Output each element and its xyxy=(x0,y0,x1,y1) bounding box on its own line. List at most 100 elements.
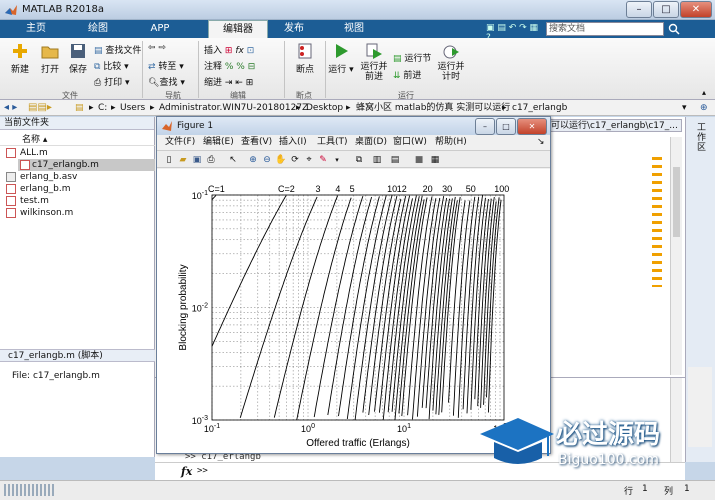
print-icon[interactable]: ⎙ xyxy=(205,154,217,166)
new-button[interactable]: 新建 xyxy=(6,42,34,75)
menu-dock-icon[interactable]: ↘ xyxy=(537,135,545,149)
figure-maximize-button[interactable]: □ xyxy=(496,118,516,135)
file-item[interactable]: erlang_b.m xyxy=(6,183,71,195)
figure-menu-bar: 文件(F) 编辑(E) 查看(V) 插入(I) 工具(T) 桌面(D) 窗口(W… xyxy=(157,135,550,149)
editor-scrollbar[interactable] xyxy=(670,137,682,375)
path-drive[interactable]: C: xyxy=(98,100,107,116)
open-button[interactable]: 打开 xyxy=(36,42,64,75)
run-section-button[interactable]: ▤ 运行节 xyxy=(393,51,431,64)
rotate-icon[interactable]: ⟳ xyxy=(289,154,301,166)
folder-nav-icons[interactable]: ▤▤▸ xyxy=(28,100,52,116)
path-project[interactable]: 蜂窝小区 matlab的仿真 实测可以运行 xyxy=(356,100,510,116)
save-icon[interactable]: ▣ xyxy=(191,154,203,166)
editor-tab-path[interactable]: 可以运行\c17_erlangb\c17_... xyxy=(550,119,682,132)
hide-tools-icon[interactable]: ■ xyxy=(413,154,425,166)
save-button[interactable]: 保存 xyxy=(64,42,92,75)
back-forward-icon[interactable]: ◂ ▸ xyxy=(4,100,17,116)
curve-c2 xyxy=(211,195,287,347)
menu-file[interactable]: 文件(F) xyxy=(165,135,195,149)
search-input[interactable]: 搜索文档 xyxy=(546,22,664,36)
path-desktop[interactable]: Desktop xyxy=(306,100,343,116)
name-column-header[interactable]: 名称 ▴ xyxy=(22,132,47,145)
code-analyzer-markers[interactable] xyxy=(652,157,662,287)
legend-icon[interactable]: ▤ xyxy=(389,154,401,166)
run-label: 运行 xyxy=(328,65,347,75)
file-item[interactable]: wilkinson.m xyxy=(6,207,73,219)
path-users[interactable]: Users xyxy=(120,100,145,116)
menu-edit[interactable]: 编辑(E) xyxy=(203,135,234,149)
link-icon[interactable]: ⧉ xyxy=(353,154,365,166)
comment-icon: % % ⊟ xyxy=(224,62,256,72)
new-figure-icon[interactable]: ▯ xyxy=(163,154,175,166)
breakpoint-icon xyxy=(298,43,312,59)
menu-insert[interactable]: 插入(I) xyxy=(279,135,307,149)
curve-label-c50: 50 xyxy=(466,184,476,194)
folder-icon xyxy=(41,46,59,59)
curve-label-c1: C=1 xyxy=(208,184,225,194)
quick-access-toolbar[interactable]: ▣ ▤ ↶ ↷ ▦ ? xyxy=(486,23,542,43)
run-time-button[interactable]: 运行并计时 xyxy=(436,42,466,82)
zoom-out-icon[interactable]: ⊖ xyxy=(261,154,273,166)
brush-dropdown-icon[interactable]: ▾ xyxy=(331,154,343,166)
advance-icon: ⇊ xyxy=(393,71,404,81)
file-item[interactable]: erlang_b.asv xyxy=(6,171,77,183)
goto-button[interactable]: ⇄ 转至 ▾ xyxy=(148,59,184,72)
nav-buttons[interactable]: ⇦ ⇨ xyxy=(148,43,166,53)
status-bar: 行 1 列 1 xyxy=(0,480,715,500)
breakpoints-button[interactable]: 断点 xyxy=(288,42,322,75)
menu-desktop[interactable]: 桌面(D) xyxy=(355,135,387,149)
figure-title-bar[interactable]: Figure 1 – □ ✕ xyxy=(157,117,550,135)
curve-label-c10: 10 xyxy=(387,184,397,194)
find-button[interactable]: 🔍︎查找 ▾ xyxy=(148,75,185,88)
minimize-button[interactable]: – xyxy=(626,1,652,18)
menu-help[interactable]: 帮助(H) xyxy=(435,135,467,149)
tab-home[interactable]: 主页 xyxy=(12,20,60,38)
close-button[interactable]: ✕ xyxy=(680,1,712,18)
run-advance-button[interactable]: 运行并前进 xyxy=(358,42,390,82)
file-item[interactable]: ALL.m xyxy=(6,147,48,159)
pan-icon[interactable]: ✋ xyxy=(275,154,287,166)
browse-icon[interactable]: ⊕ xyxy=(700,100,708,116)
path-admin[interactable]: Administrator.WIN7U-20180127Z xyxy=(159,100,308,116)
curve-label-c100: 100 xyxy=(494,184,509,194)
file-item[interactable]: test.m xyxy=(6,195,49,207)
collapse-ribbon-icon[interactable]: ▴ xyxy=(702,88,706,97)
figure-window[interactable]: Figure 1 – □ ✕ 文件(F) 编辑(E) 查看(V) 插入(I) 工… xyxy=(156,116,551,454)
tab-editor[interactable]: 编辑器 xyxy=(208,20,268,38)
brush-icon[interactable]: ✎ xyxy=(317,154,329,166)
insert-button[interactable]: 插入 ⊞ fx ⊡ xyxy=(204,43,254,56)
pointer-icon[interactable]: ↖ xyxy=(227,154,239,166)
tab-apps[interactable]: APP xyxy=(136,20,184,38)
advance-button[interactable]: ⇊ 前进 xyxy=(393,68,421,81)
indent-button[interactable]: 缩进 ⇥ ⇤ ⊞ xyxy=(204,75,253,88)
indent-icon: ⇥ ⇤ ⊞ xyxy=(224,78,254,88)
zoom-in-icon[interactable]: ⊕ xyxy=(247,154,259,166)
file-item-selected[interactable]: c17_erlangb.m xyxy=(18,159,155,171)
data-cursor-icon[interactable]: ⌖ xyxy=(303,154,315,166)
menu-window[interactable]: 窗口(W) xyxy=(393,135,427,149)
comment-button[interactable]: 注释 % % ⊟ xyxy=(204,59,255,72)
figure-close-button[interactable]: ✕ xyxy=(517,118,547,135)
colorbar-icon[interactable]: ▥ xyxy=(371,154,383,166)
tab-view[interactable]: 视图 xyxy=(330,20,378,38)
curve-label-c2: C=2 xyxy=(278,184,295,194)
asv-file-icon xyxy=(6,172,16,182)
tab-publish[interactable]: 发布 xyxy=(270,20,318,38)
print-button[interactable]: ⎙ 打印 ▾ xyxy=(94,75,129,88)
path-c17[interactable]: c17_erlangb xyxy=(512,100,567,116)
menu-tools[interactable]: 工具(T) xyxy=(317,135,348,149)
figure-minimize-button[interactable]: – xyxy=(475,118,495,135)
tab-plots[interactable]: 绘图 xyxy=(74,20,122,38)
search-icon[interactable] xyxy=(668,23,680,35)
menu-view[interactable]: 查看(V) xyxy=(241,135,272,149)
run-button[interactable]: 运行 ▾ xyxy=(328,42,354,75)
fx-icon[interactable]: fx xyxy=(181,465,192,478)
show-tools-icon[interactable]: ▦ xyxy=(429,154,441,166)
find-files-button[interactable]: ▤ 查找文件 xyxy=(94,43,141,56)
y-axis-label: Blocking probability xyxy=(178,264,189,350)
maximize-button[interactable]: □ xyxy=(653,1,679,18)
run-time-label: 运行并计时 xyxy=(437,62,465,82)
address-dropdown-icon[interactable]: ▾ xyxy=(682,100,687,116)
compare-button[interactable]: ⧉ 比较 ▾ xyxy=(94,59,129,72)
open-icon[interactable]: ▰ xyxy=(177,154,189,166)
